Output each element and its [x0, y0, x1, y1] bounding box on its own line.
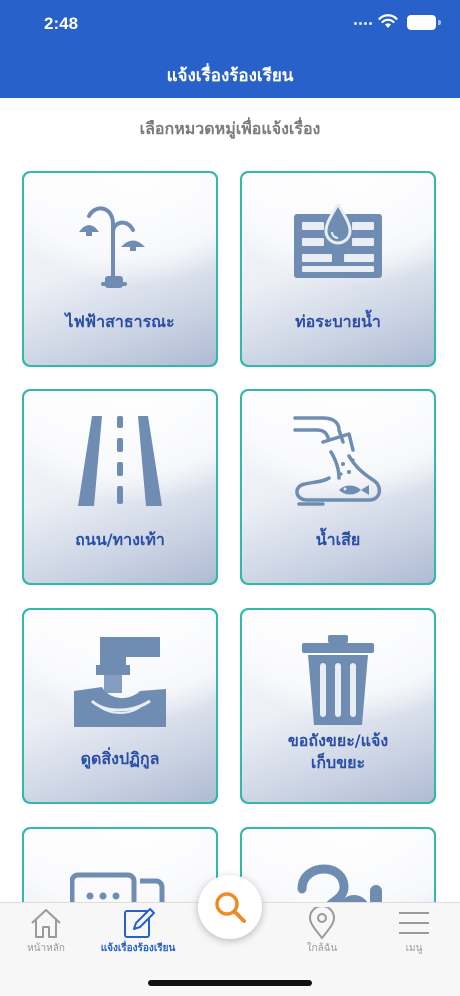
- street-lamp-icon: [79, 206, 145, 288]
- screen: 2:48 แจ้งเรื่องร้องเรียน เลือกหมวดหมู่เพ…: [0, 0, 460, 996]
- menu-icon: [399, 912, 429, 934]
- home-indicator: [148, 980, 312, 986]
- category-wastewater[interactable]: น้ำเสีย: [240, 389, 436, 585]
- home-icon: [31, 909, 61, 938]
- location-pin-icon: [308, 907, 336, 939]
- category-label-line2: เก็บขยะ: [310, 753, 366, 772]
- category-prompt: เลือกหมวดหมู่เพื่อแจ้งเรื่อง: [139, 119, 321, 138]
- category-garbage[interactable]: ขอถังขยะ/แจ้ง เก็บขยะ: [240, 608, 436, 804]
- tab-menu[interactable]: เมนู: [368, 903, 460, 963]
- road-icon: [78, 416, 162, 506]
- category-label-line1: ขอถังขยะ/แจ้ง: [287, 731, 389, 750]
- category-label: ท่อระบายน้ำ: [295, 312, 381, 331]
- category-road[interactable]: ถนน/ทางเท้า: [22, 389, 218, 585]
- category-drainage[interactable]: ท่อระบายน้ำ: [240, 171, 436, 367]
- tab-nearby-label: ใกล้ฉัน: [306, 943, 338, 954]
- search-button[interactable]: [198, 875, 262, 939]
- tab-menu-label: เมนู: [405, 943, 423, 954]
- category-street-light[interactable]: ไฟฟ้าสาธารณะ: [22, 171, 218, 367]
- tab-home[interactable]: หน้าหลัก: [0, 903, 92, 963]
- wifi-icon: [378, 14, 398, 28]
- drain-icon: [294, 203, 382, 278]
- edit-icon: [124, 908, 155, 938]
- category-label: ไฟฟ้าสาธารณะ: [65, 312, 175, 331]
- wastewater-icon: [293, 415, 382, 506]
- category-sewage-pumping[interactable]: ดูดสิ่งปฏิกูล: [22, 608, 218, 804]
- category-label: ขอถังขยะ/แจ้ง เก็บขยะ: [250, 730, 426, 774]
- category-label: ถนน/ทางเท้า: [75, 530, 165, 549]
- status-time: 2:48: [44, 14, 79, 33]
- header-bar: 2:48 แจ้งเรื่องร้องเรียน: [0, 0, 460, 98]
- tab-home-label: หน้าหลัก: [27, 943, 65, 954]
- tab-report[interactable]: แจ้งเรื่องร้องเรียน: [92, 903, 184, 963]
- trash-bin-icon: [302, 635, 374, 725]
- battery-icon: [407, 15, 436, 30]
- tab-nearby[interactable]: ใกล้ฉัน: [276, 903, 368, 963]
- category-label: น้ำเสีย: [315, 530, 361, 549]
- tab-report-label: แจ้งเรื่องร้องเรียน: [100, 943, 176, 954]
- sewage-pipe-icon: [74, 636, 166, 727]
- page-title: แจ้งเรื่องร้องเรียน: [166, 66, 294, 86]
- battery-tip: [438, 20, 441, 25]
- category-label: ดูดสิ่งปฏิกูล: [80, 749, 160, 768]
- status-bar: 2:48: [0, 0, 460, 50]
- search-icon: [215, 892, 246, 923]
